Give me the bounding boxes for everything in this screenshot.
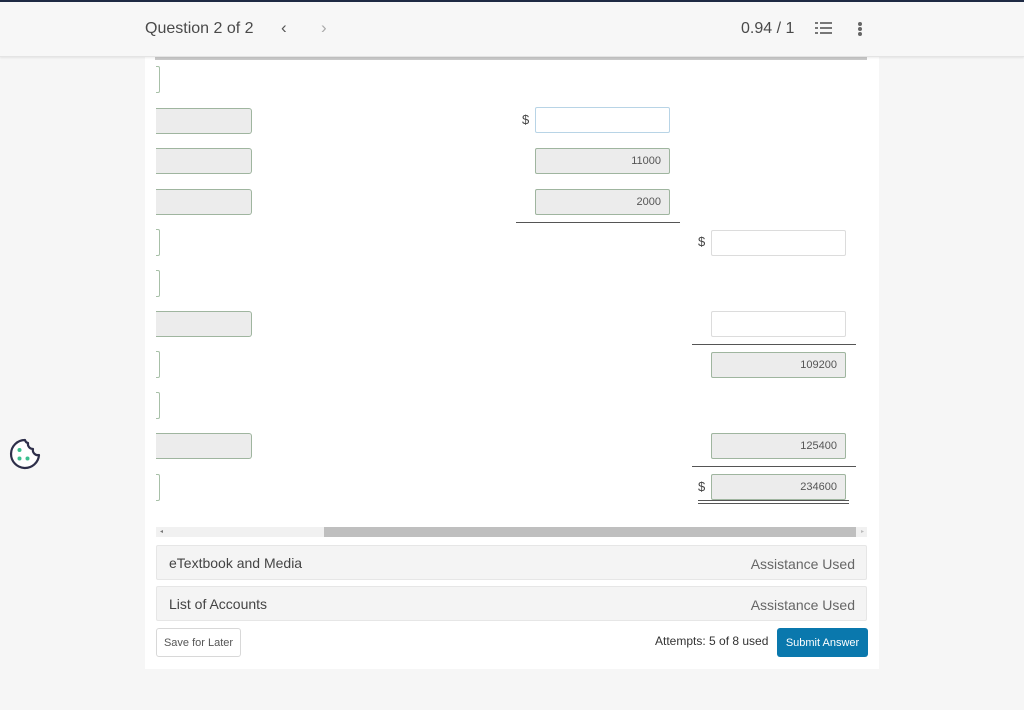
- save-for-later-button[interactable]: Save for Later: [156, 628, 241, 657]
- attempts-counter: Attempts: 5 of 8 used: [655, 634, 769, 648]
- resource-label: eTextbook and Media: [169, 555, 303, 571]
- chevron-left-icon[interactable]: ‹: [281, 18, 287, 38]
- account-select-10[interactable]: [156, 433, 252, 459]
- question-header: Question 2 of 2 ‹ › 0.94 / 1: [0, 2, 1024, 57]
- amount-input-col3-row2[interactable]: [711, 311, 846, 337]
- resource-status: Assistance Used: [750, 597, 855, 613]
- account-select-8[interactable]: [156, 351, 160, 378]
- resource-label: List of Accounts: [169, 596, 268, 612]
- amount-input-col3-row1[interactable]: [711, 230, 846, 256]
- amount-input-col2-row3[interactable]: 2000: [535, 189, 670, 215]
- resource-status: Assistance Used: [750, 556, 855, 572]
- horizontal-scrollbar[interactable]: ◂ ▸: [156, 527, 867, 537]
- amount-input-col3-row4[interactable]: 125400: [711, 433, 846, 459]
- account-select-5[interactable]: [156, 229, 160, 256]
- total-double-rule: [698, 503, 849, 504]
- numbered-list-icon[interactable]: [815, 22, 833, 36]
- currency-symbol: $: [522, 112, 530, 127]
- score-display: 0.94 / 1: [741, 20, 795, 37]
- total-double-rule: [698, 500, 849, 501]
- account-select-4[interactable]: [156, 189, 252, 215]
- amount-input-col2-row2[interactable]: 11000: [535, 148, 670, 174]
- scroll-left-icon[interactable]: ◂: [160, 528, 163, 535]
- submit-answer-button[interactable]: Submit Answer: [777, 628, 868, 657]
- account-select-11[interactable]: [156, 474, 160, 501]
- account-select-1[interactable]: [156, 66, 160, 93]
- amount-input-col3-row3[interactable]: 109200: [711, 352, 846, 378]
- account-select-3[interactable]: [156, 148, 252, 174]
- subtotal-rule: [692, 466, 856, 467]
- currency-symbol: $: [698, 234, 706, 249]
- scroll-shadow: [155, 57, 867, 60]
- currency-symbol: $: [698, 479, 706, 494]
- account-select-2[interactable]: [156, 108, 252, 134]
- amount-input-total[interactable]: 234600: [711, 474, 846, 500]
- subtotal-rule: [516, 222, 680, 223]
- subtotal-rule: [692, 344, 856, 345]
- scrollbar-thumb[interactable]: [324, 527, 856, 537]
- account-select-9[interactable]: [156, 392, 160, 419]
- amount-input-col2-row1[interactable]: [535, 107, 670, 133]
- account-select-6[interactable]: [156, 270, 160, 297]
- question-counter: Question 2 of 2: [145, 20, 254, 37]
- scroll-right-icon[interactable]: ▸: [861, 528, 864, 535]
- more-vertical-icon[interactable]: [857, 22, 863, 38]
- cookie-icon[interactable]: [8, 437, 42, 471]
- chevron-right-icon[interactable]: ›: [321, 18, 327, 38]
- account-select-7[interactable]: [156, 311, 252, 337]
- etextbook-media-panel[interactable]: eTextbook and Media Assistance Used: [156, 545, 867, 580]
- list-of-accounts-panel[interactable]: List of Accounts Assistance Used: [156, 586, 867, 621]
